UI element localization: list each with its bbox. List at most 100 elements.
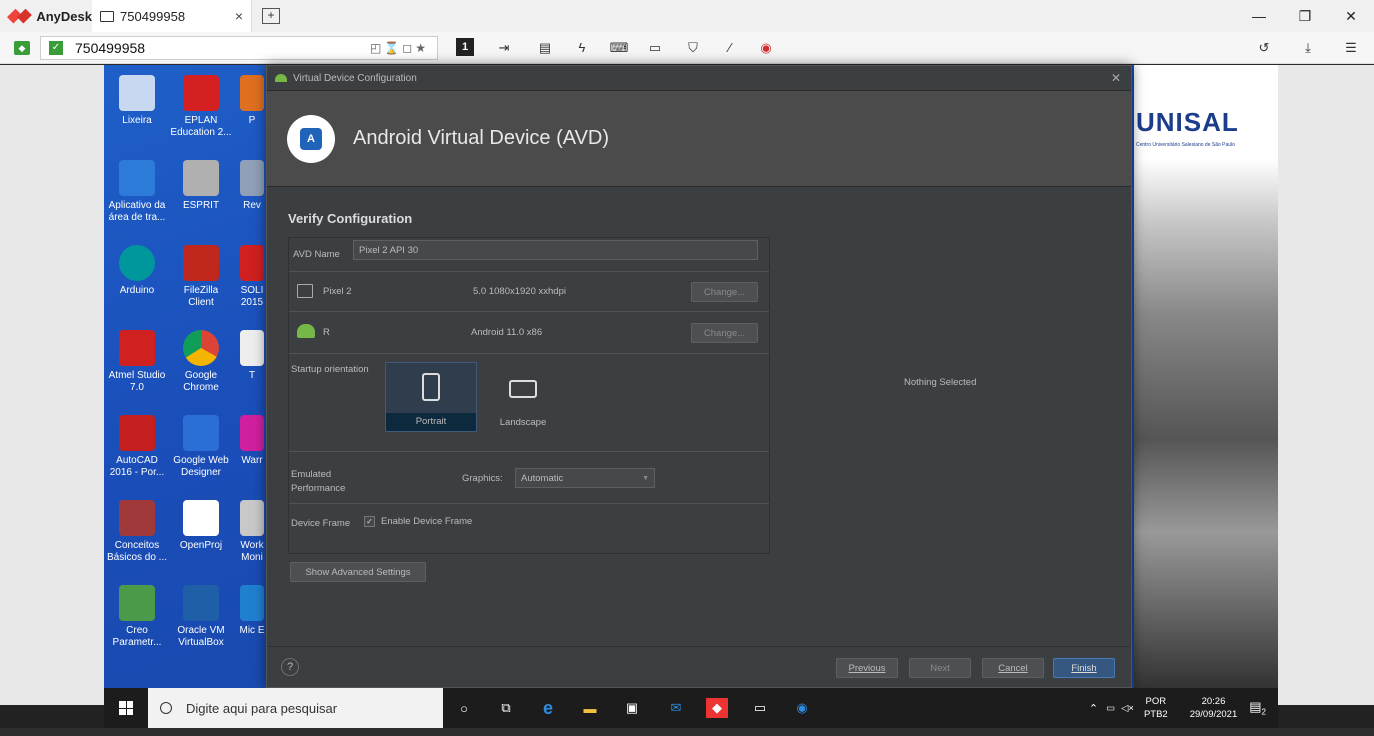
task-view-icon[interactable]: ⧉ bbox=[494, 696, 518, 720]
session-tab[interactable]: 750499958 × bbox=[92, 0, 252, 32]
mail-icon[interactable]: ✉ bbox=[664, 696, 688, 720]
start-button[interactable] bbox=[104, 688, 148, 728]
record-icon[interactable]: ◉ bbox=[756, 38, 776, 58]
cancel-button[interactable]: Cancel bbox=[982, 658, 1044, 678]
edge-icon[interactable]: e bbox=[536, 696, 560, 720]
desktop-icon-label: P bbox=[248, 115, 256, 126]
desktop-icon-aplicativo[interactable]: Aplicativo da área de tra... bbox=[106, 160, 168, 224]
change-system-image-button[interactable]: Change... bbox=[691, 323, 758, 343]
remote-margin-left bbox=[0, 65, 104, 705]
desktop-icon-label: ESPRIT bbox=[182, 200, 220, 211]
chat-icon[interactable]: ▤ bbox=[535, 38, 555, 58]
new-tab-button[interactable]: + bbox=[262, 8, 280, 24]
desktop-icon-partial[interactable]: P bbox=[238, 75, 266, 127]
desktop-icon-label: AutoCAD 2016 - Por... bbox=[109, 455, 165, 478]
desktop-icon-arduino[interactable]: Arduino bbox=[106, 245, 168, 297]
address-bar[interactable]: ✓ 750499958 ◰⌛◻★ bbox=[40, 36, 438, 60]
desktop-icon-google-web-designer[interactable]: Google Web Designer bbox=[170, 415, 232, 479]
tab-close-icon[interactable]: × bbox=[235, 8, 243, 24]
anydesk-logo-icon-2 bbox=[16, 8, 32, 24]
keyboard-icon[interactable]: ⌨ bbox=[609, 38, 629, 58]
remote-screen[interactable]: UNISAL Centro Universitário Salesiano de… bbox=[0, 65, 1374, 736]
close-window-button[interactable]: ✕ bbox=[1328, 0, 1374, 32]
address-tools-icons[interactable]: ◰⌛◻★ bbox=[370, 41, 429, 55]
dialog-close-button[interactable]: ✕ bbox=[1101, 71, 1131, 85]
enable-device-frame-checkbox[interactable]: ✓ Enable Device Frame bbox=[364, 516, 472, 527]
help-button[interactable]: ? bbox=[281, 658, 299, 676]
tray-chevron-icon[interactable]: ⌃ bbox=[1089, 702, 1098, 715]
graphics-select[interactable]: Automatic ▼ bbox=[515, 468, 655, 488]
creo-icon bbox=[119, 585, 155, 621]
desktop-icon-conceitos[interactable]: Conceitos Básicos do ... bbox=[106, 500, 168, 564]
display-number-button[interactable]: 1 bbox=[456, 38, 474, 56]
history-icon[interactable]: ↺ bbox=[1254, 38, 1274, 58]
desktop-icon-label: Warr bbox=[241, 455, 263, 466]
next-button[interactable]: Next bbox=[909, 658, 971, 678]
landscape-option[interactable]: Landscape bbox=[477, 362, 569, 432]
desktop-icon-eplan[interactable]: EPLAN Education 2... bbox=[170, 75, 232, 139]
desktop-icon-chrome[interactable]: Google Chrome bbox=[170, 330, 232, 394]
solidworks-icon bbox=[240, 245, 264, 281]
desktop-icon-label: Arduino bbox=[119, 285, 155, 296]
minimize-button[interactable]: — bbox=[1236, 0, 1282, 32]
terminal-icon[interactable]: ▭ bbox=[748, 696, 772, 720]
android-studio-taskbar-icon[interactable]: ◉ bbox=[790, 696, 814, 720]
desktop-icon-label: Work Moni bbox=[240, 540, 264, 563]
app-icon bbox=[240, 160, 264, 196]
dialog-window-title: Virtual Device Configuration bbox=[293, 72, 417, 84]
app-icon bbox=[240, 75, 264, 111]
desktop-icon-partial[interactable]: Rev bbox=[238, 160, 266, 212]
menu-icon[interactable]: ☰ bbox=[1341, 38, 1361, 58]
desktop-icon-openproj[interactable]: OpenProj bbox=[170, 500, 232, 552]
anydesk-taskbar-icon[interactable]: ◆ bbox=[706, 698, 728, 718]
notifications-icon[interactable]: ▤2 bbox=[1249, 699, 1266, 717]
store-icon[interactable]: ▣ bbox=[620, 696, 644, 720]
wallpaper-photo bbox=[1134, 65, 1278, 688]
network-icon[interactable]: ▭ bbox=[1106, 703, 1115, 714]
avd-name-label: AVD Name bbox=[293, 249, 340, 260]
desktop-icon-partial[interactable]: SOLI 2015 bbox=[238, 245, 266, 309]
taskbar-search[interactable]: Digite aqui para pesquisar bbox=[148, 688, 443, 728]
search-placeholder: Digite aqui para pesquisar bbox=[186, 700, 338, 716]
whiteboard-pen-icon[interactable]: ∕ bbox=[720, 38, 740, 58]
language-indicator[interactable]: POR PTB2 bbox=[1144, 695, 1168, 721]
volume-muted-icon[interactable]: ◁× bbox=[1121, 703, 1134, 714]
clock[interactable]: 20:26 29/09/2021 bbox=[1190, 695, 1238, 721]
file-explorer-icon[interactable]: ▬ bbox=[578, 696, 602, 720]
transfer-icon[interactable]: ⇥ bbox=[494, 38, 514, 58]
desktop-icon-esprit[interactable]: ESPRIT bbox=[170, 160, 232, 212]
desktop-icon-atmel[interactable]: Atmel Studio 7.0 bbox=[106, 330, 168, 394]
actions-lightning-icon[interactable]: ϟ bbox=[572, 38, 592, 58]
anydesk-logo: AnyDesk bbox=[0, 9, 92, 24]
desktop-icon-partial[interactable]: Work Moni bbox=[238, 500, 266, 564]
cortana-icon[interactable]: ○ bbox=[452, 696, 476, 720]
emulated-performance-label: Emulated Performance bbox=[291, 469, 346, 494]
maximize-button[interactable]: ❐ bbox=[1282, 0, 1328, 32]
portrait-option[interactable]: Portrait bbox=[385, 362, 477, 432]
keyboard-layout: PTB2 bbox=[1143, 709, 1168, 720]
desktop-icon-creo[interactable]: Creo Parametr... bbox=[106, 585, 168, 649]
virtual-device-configuration-dialog: Virtual Device Configuration ✕ A Android… bbox=[266, 65, 1132, 688]
android-icon bbox=[275, 74, 287, 82]
desktop-icon-autocad[interactable]: AutoCAD 2016 - Por... bbox=[106, 415, 168, 479]
wallpaper-brand-subtitle: Centro Universitário Salesiano de São Pa… bbox=[1136, 142, 1235, 148]
display-icon[interactable]: ▭ bbox=[645, 38, 665, 58]
previous-button[interactable]: Previous bbox=[836, 658, 898, 678]
permissions-shield-icon[interactable]: ⛉ bbox=[683, 38, 703, 58]
windows-logo-icon bbox=[119, 701, 133, 715]
download-icon[interactable]: ⤓ bbox=[1298, 38, 1318, 58]
connection-status-icon[interactable]: ◆ bbox=[14, 41, 30, 55]
desktop-icon-partial[interactable]: T bbox=[238, 330, 266, 382]
desktop-icon-partial[interactable]: Mic E bbox=[238, 585, 266, 637]
desktop-icon-filezilla[interactable]: FileZilla Client bbox=[170, 245, 232, 309]
desktop-icon-partial[interactable]: Warr bbox=[238, 415, 266, 467]
avd-name-input[interactable]: Pixel 2 API 30 bbox=[353, 240, 758, 260]
desktop-icon-lixeira[interactable]: Lixeira bbox=[106, 75, 168, 127]
desktop-icon-virtualbox[interactable]: Oracle VM VirtualBox bbox=[170, 585, 232, 649]
checkbox-checked-icon: ✓ bbox=[364, 516, 375, 527]
finish-button[interactable]: Finish bbox=[1053, 658, 1115, 678]
change-device-button[interactable]: Change... bbox=[691, 282, 758, 302]
desktop-icon-label: FileZilla Client bbox=[183, 285, 219, 308]
desktop-icon-label: Conceitos Básicos do ... bbox=[106, 540, 168, 563]
show-advanced-settings-button[interactable]: Show Advanced Settings bbox=[290, 562, 426, 582]
